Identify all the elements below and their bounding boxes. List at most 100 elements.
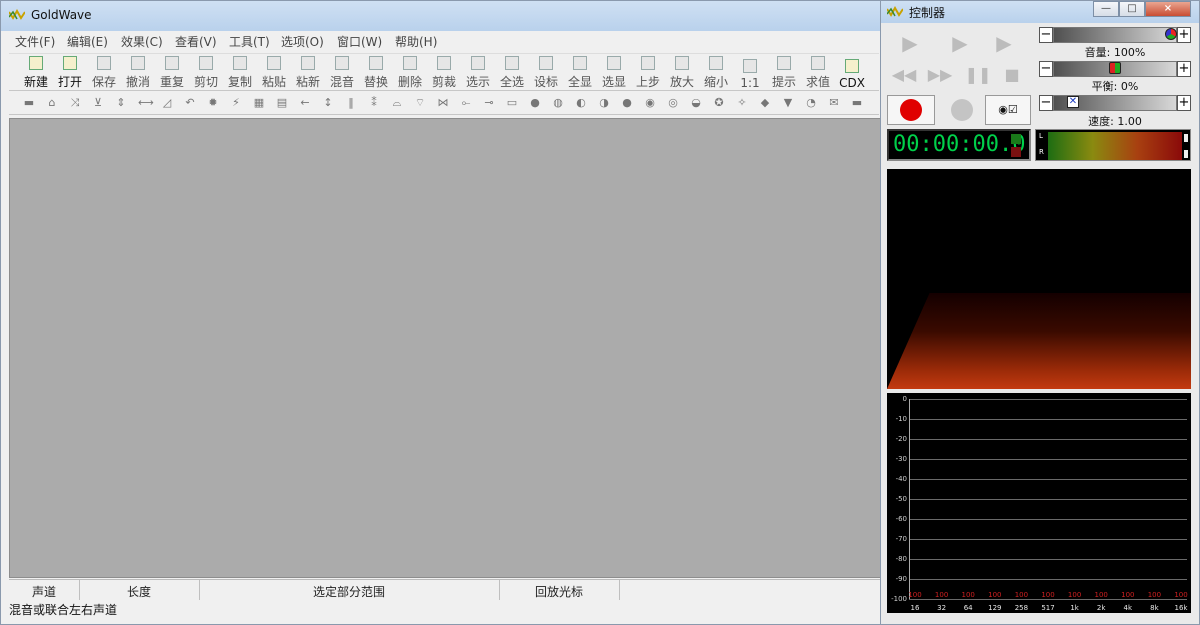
effect-tool-icon-17[interactable]: ⌔ [414, 97, 426, 109]
x-tick-label: 8k [1150, 604, 1159, 612]
effect-tool-icon-29[interactable]: ◒ [690, 97, 702, 109]
record-options-button[interactable]: ◉☑ [985, 95, 1031, 125]
effect-tool-icon-20[interactable]: ⊸ [483, 97, 495, 109]
toolbar-button-1[interactable]: 打开 [53, 56, 87, 90]
effect-tool-icon-28[interactable]: ◎ [667, 97, 679, 109]
effect-tool-icon-35[interactable]: ✉ [828, 97, 840, 109]
menu-item-2[interactable]: 效果(C) [121, 33, 163, 50]
play-from-cursor-icon[interactable]: ▶ [989, 31, 1019, 55]
effect-tool-icon-6[interactable]: ◿ [161, 97, 173, 109]
toolbar-button-16[interactable]: 全显 [563, 56, 597, 90]
toolbar-button-8[interactable]: 粘新 [291, 56, 325, 90]
menu-item-1[interactable]: 编辑(E) [67, 33, 108, 50]
toolbar-button-2[interactable]: 保存 [87, 56, 121, 90]
balance-slider[interactable]: − + [1039, 61, 1191, 77]
effect-tool-icon-2[interactable]: ⤨ [69, 97, 81, 109]
toolbar-icon-17 [607, 56, 621, 70]
effect-tool-icon-34[interactable]: ◔ [805, 97, 817, 109]
maximize-button[interactable]: □ [1119, 1, 1145, 17]
effect-tool-icon-14[interactable]: ‖ [345, 97, 357, 109]
menu-item-3[interactable]: 查看(V) [175, 33, 217, 50]
toolbar-button-22[interactable]: 提示 [767, 56, 801, 90]
menu-item-5[interactable]: 选项(O) [281, 33, 324, 50]
effect-tool-icon-12[interactable]: ← [299, 97, 311, 109]
effect-tool-icon-24[interactable]: ◐ [575, 97, 587, 109]
speed-knob-icon[interactable]: ✕ [1067, 96, 1079, 108]
effect-tool-icon-9[interactable]: ⚡ [230, 97, 242, 109]
toolbar-button-19[interactable]: 放大 [665, 56, 699, 90]
time-display: 00:00:00.0 [887, 129, 1031, 161]
effect-tool-icon-4[interactable]: ⇕ [115, 97, 127, 109]
record-selection-button[interactable] [945, 95, 979, 125]
effect-tool-icon-23[interactable]: ◍ [552, 97, 564, 109]
effect-tool-icon-36[interactable]: ▬ [851, 97, 863, 109]
effect-tool-icon-21[interactable]: ▭ [506, 97, 518, 109]
toolbar-button-15[interactable]: 设标 [529, 56, 563, 90]
effect-tool-icon-19[interactable]: ⟜ [460, 97, 472, 109]
record-button[interactable] [887, 95, 935, 125]
toolbar-button-9[interactable]: 混音 [325, 56, 359, 90]
workspace-area[interactable] [9, 118, 881, 578]
effect-tool-icon-11[interactable]: ▤ [276, 97, 288, 109]
effect-tool-icon-10[interactable]: ▦ [253, 97, 265, 109]
effect-tool-icon-3[interactable]: ⊻ [92, 97, 104, 109]
toolbar-button-21[interactable]: 1:1 [733, 56, 767, 90]
play-selection-icon[interactable]: ▶ [945, 31, 975, 55]
menu-item-0[interactable]: 文件(F) [15, 33, 55, 50]
minimize-button[interactable]: — [1093, 1, 1119, 17]
fast-forward-icon[interactable]: ▶▶ [925, 63, 955, 87]
spectrum-visual[interactable] [887, 169, 1191, 389]
effect-tool-icon-1[interactable]: ⌂ [46, 97, 58, 109]
effect-tool-icon-7[interactable]: ↶ [184, 97, 196, 109]
toolbar-button-24[interactable]: CDX [835, 56, 869, 90]
record-ready-indicator [1011, 134, 1021, 144]
toolbar-button-7[interactable]: 粘贴 [257, 56, 291, 90]
frequency-graph[interactable]: 0 -10 -20 -30 -40 -50 -60 -70 -80 -90 -100 16 100 32 1… [887, 393, 1191, 613]
close-button[interactable]: × [1145, 1, 1191, 17]
toolbar-label-14: 全选 [499, 75, 524, 89]
effect-tool-icon-30[interactable]: ✪ [713, 97, 725, 109]
toolbar-button-6[interactable]: 复制 [223, 56, 257, 90]
stop-icon[interactable]: ■ [997, 63, 1027, 87]
toolbar-button-0[interactable]: 新建 [19, 56, 53, 90]
rewind-icon[interactable]: ◀◀ [889, 63, 919, 87]
effect-tool-icon-5[interactable]: ⟷ [138, 97, 154, 109]
menu-item-7[interactable]: 帮助(H) [395, 33, 437, 50]
toolbar-button-14[interactable]: 全选 [495, 56, 529, 90]
effect-tool-icon-18[interactable]: ⋈ [437, 97, 449, 109]
effect-tool-icon-15[interactable]: ⁑ [368, 97, 380, 109]
speed-slider[interactable]: − ✕ + [1039, 95, 1191, 111]
effect-tool-icon-0[interactable]: ▬ [23, 97, 35, 109]
effect-tool-icon-16[interactable]: ⌓ [391, 97, 403, 109]
effect-tool-icon-27[interactable]: ◉ [644, 97, 656, 109]
balance-knob-icon[interactable] [1109, 62, 1121, 74]
toolbar-button-10[interactable]: 替换 [359, 56, 393, 90]
toolbar-button-23[interactable]: 求值 [801, 56, 835, 90]
effect-tool-icon-13[interactable]: ↕ [322, 97, 334, 109]
volume-knob-icon[interactable] [1165, 28, 1177, 40]
volume-slider[interactable]: − + [1039, 27, 1191, 43]
toolbar-button-4[interactable]: 重复 [155, 56, 189, 90]
toolbar-label-15: 设标 [533, 75, 558, 89]
toolbar-button-17[interactable]: 选显 [597, 56, 631, 90]
effect-tool-icon-32[interactable]: ◆ [759, 97, 771, 109]
toolbar-button-12[interactable]: 剪裁 [427, 56, 461, 90]
effect-tool-icon-33[interactable]: ▼ [782, 97, 794, 109]
menu-item-4[interactable]: 工具(T) [229, 33, 270, 50]
balance-label: 平衡: 0% [1091, 80, 1139, 93]
effect-tool-icon-31[interactable]: ✧ [736, 97, 748, 109]
pause-icon[interactable]: ❚❚ [963, 63, 993, 87]
toolbar-icon-2 [97, 56, 111, 70]
toolbar-button-13[interactable]: 选示 [461, 56, 495, 90]
effect-tool-icon-8[interactable]: ✹ [207, 97, 219, 109]
effect-tool-icon-25[interactable]: ◑ [598, 97, 610, 109]
effect-tool-icon-26[interactable]: ● [621, 97, 633, 109]
toolbar-button-3[interactable]: 撤消 [121, 56, 155, 90]
toolbar-button-11[interactable]: 删除 [393, 56, 427, 90]
toolbar-button-20[interactable]: 缩小 [699, 56, 733, 90]
play-icon[interactable]: ▶ [895, 31, 925, 55]
toolbar-button-18[interactable]: 上步 [631, 56, 665, 90]
menu-item-6[interactable]: 窗口(W) [337, 33, 382, 50]
toolbar-button-5[interactable]: 剪切 [189, 56, 223, 90]
effect-tool-icon-22[interactable]: ● [529, 97, 541, 109]
